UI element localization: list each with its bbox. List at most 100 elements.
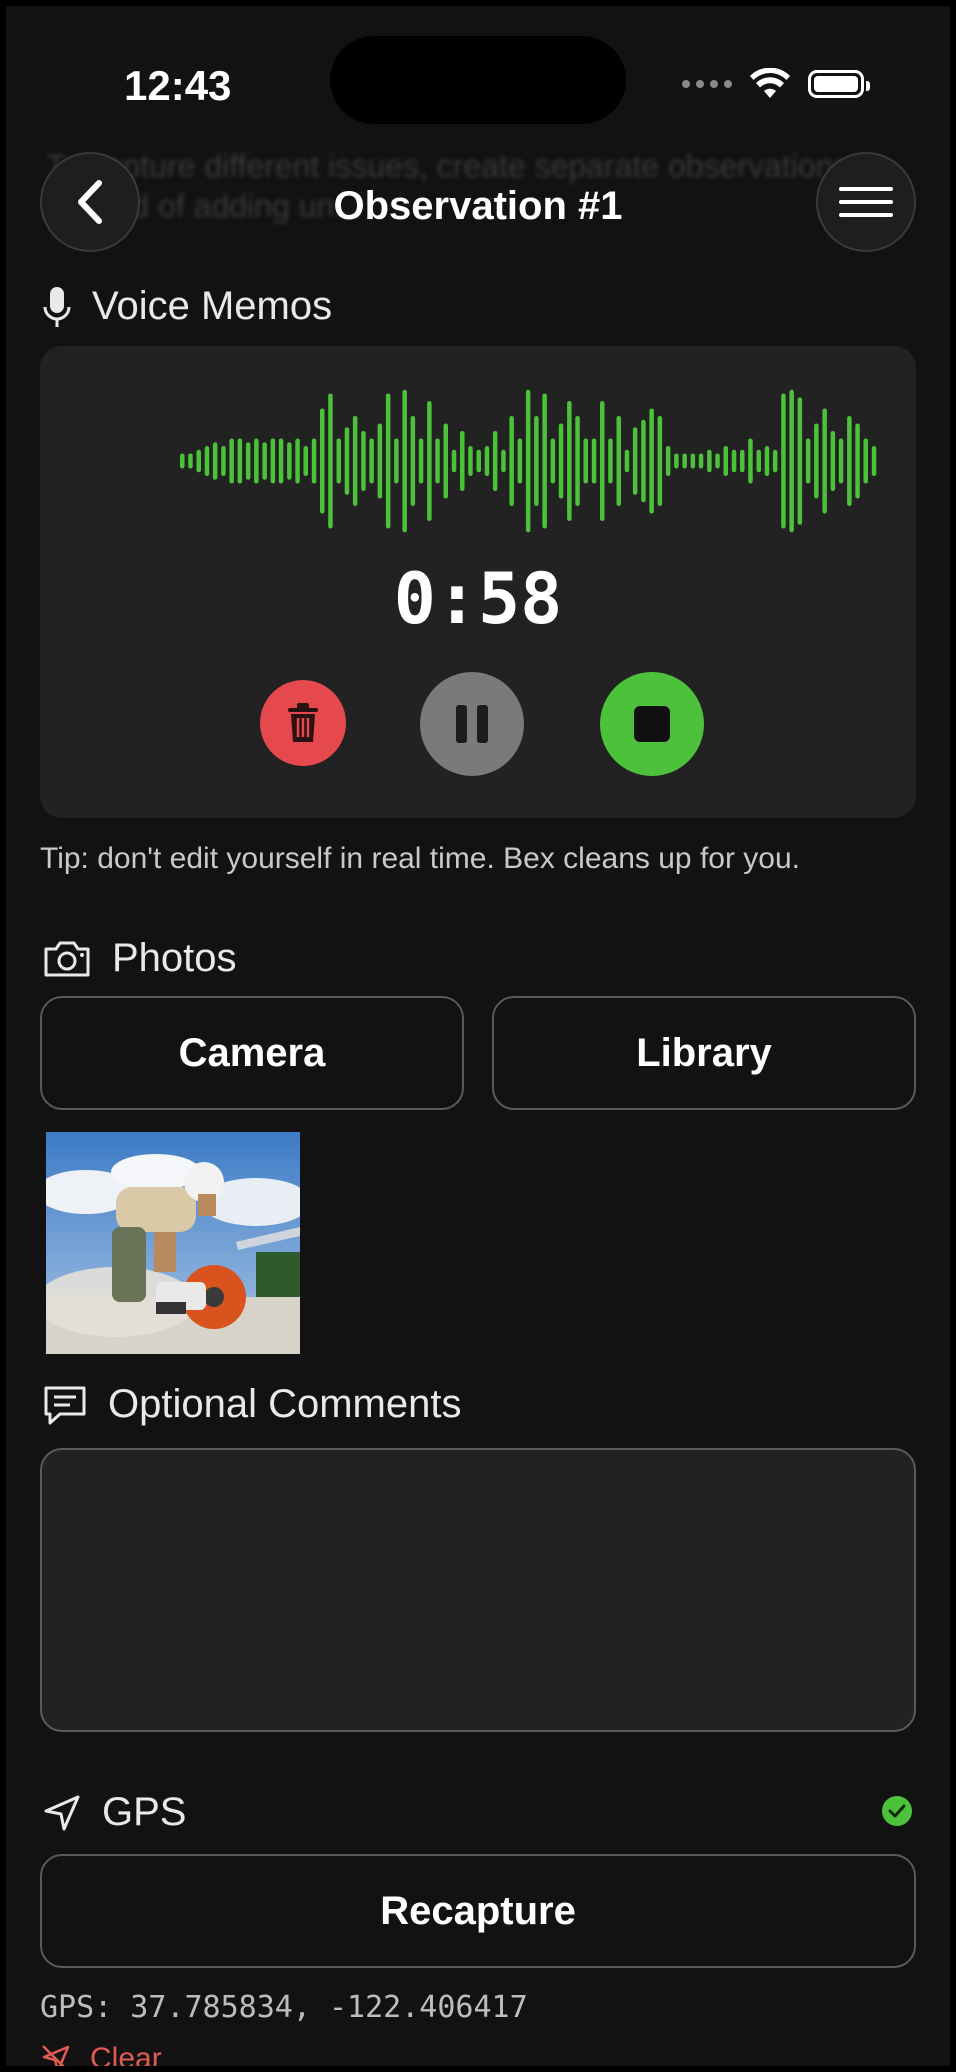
- waveform-bar: [764, 446, 770, 476]
- library-button[interactable]: Library: [492, 996, 916, 1110]
- comments-header: Optional Comments: [42, 1382, 461, 1427]
- voice-memos-title: Voice Memos: [92, 284, 333, 328]
- waveform-bar: [451, 449, 457, 473]
- waveform-bar: [542, 393, 547, 529]
- waveform-bar: [460, 431, 465, 491]
- comments-title: Optional Comments: [108, 1382, 462, 1426]
- waveform-bar: [402, 389, 407, 533]
- waveform-bar: [443, 423, 448, 499]
- waveform-bar: [418, 438, 424, 484]
- page-title: Observation #1: [333, 184, 623, 228]
- waveform-bar: [624, 449, 630, 473]
- waveform-bar: [534, 416, 539, 506]
- comment-icon: [42, 1384, 88, 1426]
- status-time: 12:43: [124, 62, 232, 109]
- waveform-bar: [632, 427, 638, 495]
- waveform-bar: [838, 438, 844, 484]
- status-icons: [682, 62, 870, 106]
- waveform-bar: [212, 442, 218, 480]
- waveform-bar: [377, 423, 383, 499]
- waveform-bar: [320, 408, 325, 514]
- waveform-bar: [336, 438, 341, 484]
- waveform-bar: [295, 438, 300, 484]
- pause-button[interactable]: [420, 672, 524, 776]
- delete-recording-button[interactable]: [260, 680, 346, 766]
- waveform-bar: [649, 408, 654, 514]
- waveform-bar: [847, 416, 852, 506]
- waveform-bar: [871, 446, 877, 476]
- waveform-bar: [394, 438, 399, 484]
- gps-captured-check-icon: [882, 1796, 912, 1826]
- gps-header: GPS: [42, 1790, 186, 1835]
- cellular-signal-icon: [682, 80, 732, 88]
- waveform-bar: [756, 449, 761, 473]
- clear-gps-button[interactable]: Clear: [40, 2042, 162, 2066]
- waveform-bar: [830, 431, 836, 491]
- waveform-bar: [196, 449, 201, 473]
- waveform-bar: [311, 438, 317, 484]
- waveform-bar: [468, 446, 473, 476]
- waveform-bar: [369, 438, 374, 484]
- comments-textarea[interactable]: [40, 1448, 916, 1732]
- stop-icon: [634, 706, 670, 742]
- waveform-bar: [682, 453, 687, 469]
- voice-memos-header: Voice Memos: [42, 284, 332, 329]
- waveform-bar: [731, 449, 737, 473]
- location-arrow-icon: [42, 1793, 82, 1833]
- waveform-bar: [328, 393, 333, 529]
- waveform-bar: [509, 416, 514, 506]
- recording-timer: 0:58: [393, 558, 563, 640]
- waveform-bar: [525, 389, 531, 533]
- waveform-bar: [476, 449, 481, 473]
- waveform-bar: [772, 449, 778, 473]
- battery-icon: [808, 70, 870, 98]
- waveform-bar: [822, 408, 827, 514]
- hamburger-icon: [839, 187, 893, 217]
- waveform-bar: [229, 438, 234, 484]
- waveform-bar: [616, 416, 621, 506]
- waveform-bar: [221, 446, 226, 476]
- waveform-bar: [517, 438, 523, 484]
- waveform-bar: [410, 416, 416, 506]
- waveform-bar: [591, 438, 597, 484]
- waveform-bar: [608, 438, 613, 484]
- waveform-bar: [740, 449, 745, 473]
- menu-button[interactable]: [816, 152, 916, 252]
- waveform-bar: [427, 401, 432, 521]
- waveform-bar: [484, 446, 490, 476]
- waveform-bar: [863, 438, 868, 484]
- waveform-bar: [855, 423, 860, 499]
- waveform-bar: [344, 427, 350, 495]
- waveform-bar: [698, 453, 704, 469]
- recapture-gps-button[interactable]: Recapture: [40, 1854, 916, 1968]
- waveform-bar: [715, 453, 720, 469]
- stop-button[interactable]: [600, 672, 704, 776]
- waveform-bar: [814, 423, 819, 499]
- audio-waveform: [180, 389, 877, 533]
- trash-icon: [288, 703, 318, 742]
- waveform-bar: [180, 453, 185, 469]
- waveform-bar: [674, 453, 679, 469]
- clear-label: Clear: [90, 2042, 162, 2066]
- location-slash-icon: [42, 2045, 70, 2066]
- dynamic-island: [330, 36, 626, 124]
- waveform-bar: [583, 438, 588, 484]
- waveform-bar: [690, 453, 696, 469]
- waveform-bar: [805, 438, 811, 484]
- photo-thumbnail[interactable]: [46, 1132, 300, 1354]
- waveform-bar: [254, 438, 259, 484]
- waveform-bar: [262, 442, 267, 480]
- gps-title: GPS: [102, 1790, 187, 1834]
- waveform-bar: [492, 431, 498, 491]
- waveform-bar: [204, 446, 210, 476]
- waveform-bar: [435, 438, 440, 484]
- camera-button[interactable]: Camera: [40, 996, 464, 1110]
- app-screen: 12:43 To capture different issues, creat…: [6, 6, 950, 2066]
- recording-tip: Tip: don't edit yourself in real time. B…: [40, 842, 800, 875]
- waveform-bar: [797, 397, 803, 525]
- waveform-bar: [567, 401, 572, 521]
- waveform-bar: [789, 389, 794, 533]
- waveform-bar: [361, 431, 366, 491]
- waveform-bar: [237, 438, 243, 484]
- waveform-bar: [303, 446, 308, 476]
